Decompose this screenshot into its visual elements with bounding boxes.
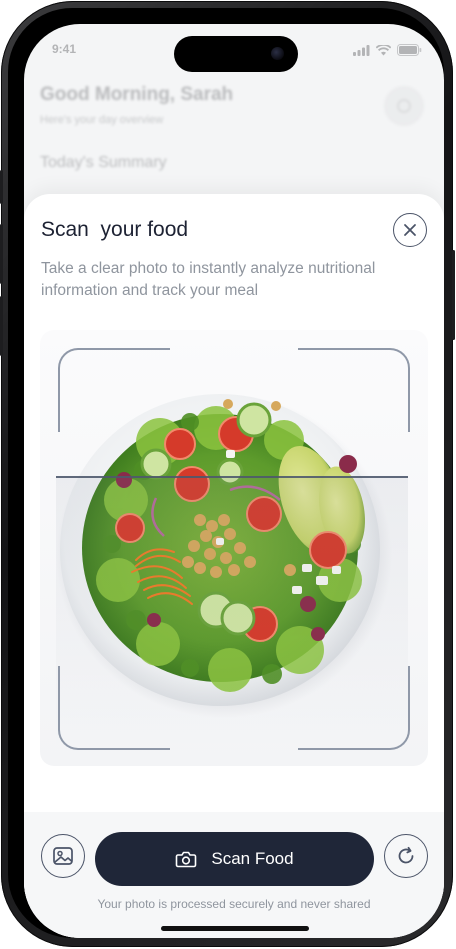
signal-icon — [353, 44, 370, 56]
privacy-note: Your photo is processed securely and nev… — [97, 897, 371, 911]
camera-icon — [176, 851, 197, 868]
battery-icon — [397, 44, 422, 56]
status-icons — [353, 44, 422, 56]
phone-bezel: Good Morning, Sarah Here's your day over… — [8, 8, 444, 938]
close-icon — [404, 224, 416, 236]
scan-frame-corner-bottom-left — [58, 666, 170, 750]
status-time: 9:41 — [52, 42, 77, 56]
gallery-button[interactable] — [41, 834, 85, 878]
retake-button[interactable] — [384, 834, 428, 878]
home-indicator[interactable] — [161, 926, 309, 931]
power-button — [452, 250, 455, 340]
greeting-subtitle: Here's your day overview — [40, 114, 164, 126]
screen: Good Morning, Sarah Here's your day over… — [24, 24, 444, 938]
scan-frame-corner-top-left — [58, 348, 170, 432]
action-button — [0, 170, 3, 204]
wifi-icon — [376, 44, 391, 55]
close-button[interactable] — [393, 213, 427, 247]
image-gallery-icon — [53, 847, 73, 865]
front-camera-icon — [271, 47, 284, 60]
gear-icon — [384, 86, 424, 126]
refresh-icon — [398, 846, 414, 864]
scan-viewfinder[interactable] — [40, 330, 428, 766]
scan-line — [56, 476, 408, 478]
dynamic-island — [174, 36, 298, 72]
volume-up-button — [0, 224, 3, 284]
scan-frame-corner-top-right — [298, 348, 410, 432]
status-bar: 9:41 — [24, 24, 444, 74]
greeting-title: Good Morning, Sarah — [40, 84, 234, 105]
sheet-description: Take a clear photo to instantly analyze … — [41, 260, 376, 299]
summary-heading: Today's Summary — [40, 154, 167, 171]
sheet-title: Scan your food — [41, 218, 189, 241]
action-bar: Scan Food Your photo is processed secure… — [24, 812, 444, 938]
volume-down-button — [0, 296, 3, 356]
scan-food-label: Scan Food — [211, 849, 294, 868]
scan-food-sheet: Scan your food Take a clear photo to ins… — [24, 194, 444, 938]
scan-frame-corner-bottom-right — [298, 666, 410, 750]
scan-food-button[interactable]: Scan Food — [95, 832, 374, 886]
